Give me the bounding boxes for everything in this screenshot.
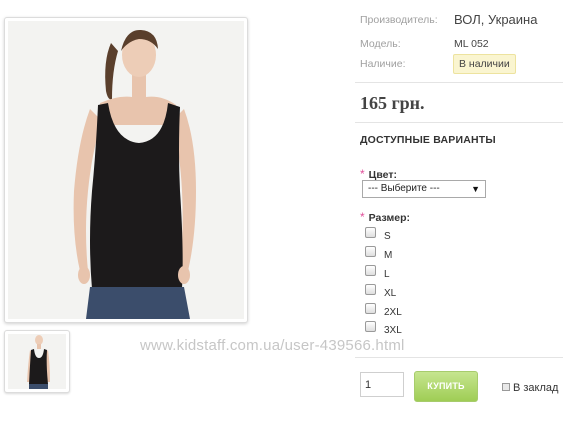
size-checkbox[interactable] (365, 284, 376, 295)
color-option-label: * Цвет: (360, 167, 397, 181)
size-checkbox[interactable] (365, 303, 376, 314)
chevron-down-icon[interactable]: ▼ (471, 181, 480, 197)
size-option-text: L (384, 269, 390, 280)
bookmark-label: В заклад (513, 382, 559, 394)
required-mark: * (360, 210, 365, 224)
thumbnail-photo (8, 334, 66, 389)
size-option-label: * Размер: (360, 210, 410, 224)
model-value: ML 052 (454, 38, 489, 50)
main-product-image-frame[interactable] (4, 17, 248, 323)
color-select-value: --- Выберите --- (368, 183, 440, 194)
color-select[interactable]: --- Выберите --- ▼ (362, 180, 486, 198)
size-checkbox[interactable] (365, 321, 376, 332)
size-option-text: 3XL (384, 325, 402, 336)
bookmark-icon (502, 383, 510, 392)
divider-purchase (355, 357, 563, 358)
product-thumbnail[interactable] (4, 330, 70, 393)
required-mark: * (360, 167, 365, 181)
add-to-bookmarks-link[interactable]: В заклад (502, 382, 558, 394)
size-option-text: XL (384, 288, 397, 299)
divider-price (355, 122, 563, 123)
quantity-input[interactable] (360, 372, 404, 397)
size-checkbox[interactable] (365, 246, 376, 257)
product-price: 165 грн. (360, 93, 425, 113)
divider-top (355, 82, 563, 83)
product-thumbnail-image[interactable] (8, 334, 66, 389)
availability-label: Наличие: (360, 58, 406, 70)
manufacturer-label: Производитель: (360, 14, 438, 26)
stock-status-badge: В наличии (453, 54, 516, 74)
buy-button[interactable]: КУПИТЬ (414, 371, 478, 402)
model-photo (8, 21, 244, 319)
size-option-text: S (384, 231, 391, 242)
size-checkbox[interactable] (365, 227, 376, 238)
watermark: www.kidstaff.com.ua/user-439566.html (140, 337, 405, 354)
manufacturer-value: ВОЛ, Украина (454, 12, 538, 27)
size-option-text: M (384, 250, 393, 261)
main-product-image[interactable] (8, 21, 244, 319)
size-option-text: 2XL (384, 307, 402, 318)
options-title: ДОСТУПНЫЕ ВАРИАНТЫ (360, 134, 496, 146)
model-label: Модель: (360, 38, 401, 50)
size-checkbox[interactable] (365, 265, 376, 276)
size-label-text: Размер: (368, 212, 410, 224)
